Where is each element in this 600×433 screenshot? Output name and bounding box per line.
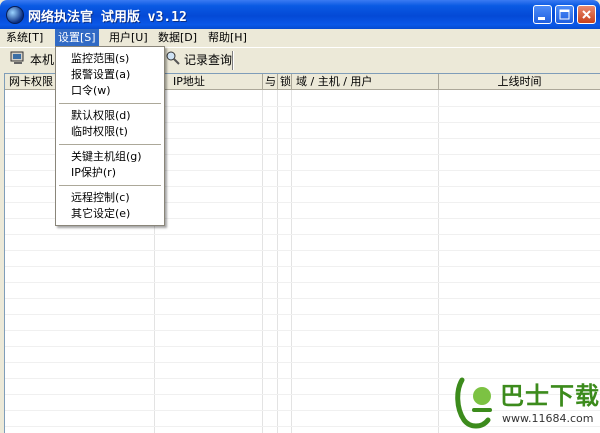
tab-local[interactable]: 本机	[10, 50, 54, 70]
tab-record-query[interactable]: 记录查询	[166, 50, 232, 70]
menu-separator	[59, 144, 161, 145]
menu-separator	[59, 185, 161, 186]
row-gridline	[5, 314, 600, 315]
maximize-button[interactable]	[555, 5, 574, 24]
row-gridline	[5, 234, 600, 235]
close-button[interactable]	[577, 5, 596, 24]
row-gridline	[5, 362, 600, 363]
column-gridline	[438, 90, 439, 433]
column-gridline	[277, 90, 278, 433]
maximize-icon	[559, 9, 570, 20]
tab-local-label: 本机	[30, 53, 55, 67]
minimize-icon	[538, 17, 545, 20]
menu-item-key-host-group[interactable]: 关键主机组(g)	[71, 149, 142, 165]
menu-item-alarm-settings[interactable]: 报警设置(a)	[71, 67, 130, 83]
menu-item-other-settings[interactable]: 其它设定(e)	[71, 206, 130, 222]
menu-system[interactable]: 系统[T]	[3, 29, 46, 46]
title-bar[interactable]: 网络执法官 试用版 v3.12	[0, 0, 600, 29]
menu-user[interactable]: 用户[U]	[106, 29, 151, 46]
watermark-logo: 巴士下载 www.11684.com	[452, 372, 600, 433]
row-gridline	[5, 282, 600, 283]
menu-data[interactable]: 数据[D]	[155, 29, 200, 46]
magnifier-icon	[166, 51, 180, 71]
menu-help[interactable]: 帮助[H]	[205, 29, 250, 46]
menu-item-remote-control[interactable]: 远程控制(c)	[71, 190, 130, 206]
watermark-brand: 巴士下载	[500, 382, 600, 410]
row-gridline	[5, 298, 600, 299]
computer-icon	[10, 51, 26, 71]
column-gridline	[262, 90, 263, 433]
minimize-button[interactable]	[533, 5, 552, 24]
close-icon	[582, 10, 591, 19]
column-header-online-time[interactable]: 上线时间	[439, 74, 600, 90]
tab-record-query-label: 记录查询	[184, 53, 233, 67]
watermark-icon	[455, 377, 492, 429]
watermark-url: www.11684.com	[502, 412, 594, 425]
window-title: 网络执法官 试用版 v3.12	[28, 10, 187, 25]
menu-separator	[59, 103, 161, 104]
settings-dropdown-menu: 监控范围(s) 报警设置(a) 口令(w) 默认权限(d) 临时权限(t) 关键…	[55, 46, 165, 226]
row-gridline	[5, 266, 600, 267]
menu-settings[interactable]: 设置[S]	[55, 29, 99, 46]
row-gridline	[5, 250, 600, 251]
menu-item-ip-protection[interactable]: IP保护(r)	[71, 165, 116, 181]
menu-item-password[interactable]: 口令(w)	[71, 83, 111, 99]
tab-divider	[232, 51, 234, 70]
column-header-lock[interactable]: 锁	[278, 74, 292, 90]
app-icon	[6, 6, 24, 24]
column-header-ip-address[interactable]: IP地址	[155, 74, 263, 90]
menu-item-temporary-permission[interactable]: 临时权限(t)	[71, 124, 128, 140]
column-header-and[interactable]: 与	[263, 74, 278, 90]
column-header-domain-host-user[interactable]: 域 / 主机 / 用户	[292, 74, 439, 90]
column-gridline	[291, 90, 292, 433]
menu-item-default-permission[interactable]: 默认权限(d)	[71, 108, 131, 124]
row-gridline	[5, 346, 600, 347]
row-gridline	[5, 330, 600, 331]
menu-bar: 系统[T] 设置[S] 用户[U] 数据[D] 帮助[H]	[0, 29, 600, 46]
menu-item-monitor-range[interactable]: 监控范围(s)	[71, 51, 129, 67]
